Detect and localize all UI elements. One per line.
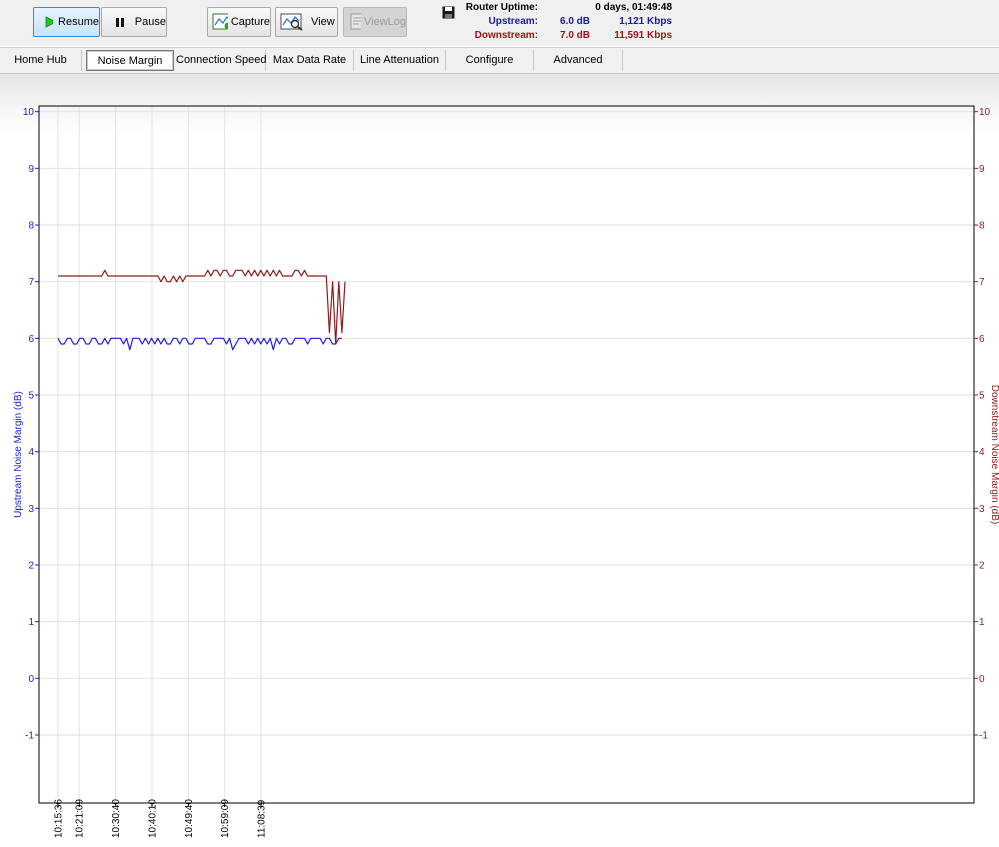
time-tick-label: 11:08:39	[257, 799, 268, 838]
left-tick-label: 5	[28, 391, 34, 402]
left-tick-label: 7	[28, 277, 34, 288]
right-tick-label: 9	[979, 164, 985, 175]
viewlog-button[interactable]: ViewLog	[343, 7, 407, 37]
pause-button[interactable]: Pause	[101, 7, 167, 37]
left-tick-label: 8	[28, 221, 34, 232]
tab-home-hub[interactable]: Home Hub	[0, 50, 82, 71]
tab-line-attenuation[interactable]: Line Attenuation	[354, 50, 446, 71]
noise-margin-chart: 109876543210-1 109876543210-1 10:15:36 10…	[13, 105, 999, 838]
tab-advanced[interactable]: Advanced	[534, 50, 623, 71]
right-tick-label: 10	[979, 107, 991, 118]
time-axis: 10:15:36 10:21:09 10:30:40 10:40:10 10:49:40…	[54, 799, 268, 838]
left-tick-label: 0	[28, 674, 34, 685]
right-tick-label: 7	[979, 277, 985, 288]
time-tick-label: 10:49:40	[184, 799, 195, 838]
viewlog-label: ViewLog	[364, 16, 406, 28]
right-tick-label: 6	[979, 334, 985, 345]
log-document-icon	[350, 13, 361, 30]
left-tick-label: 2	[28, 561, 34, 572]
right-tick-label: -1	[979, 731, 988, 742]
toolbar: Resume Pause Capture View ViewLog Router…	[0, 0, 999, 46]
series-group	[57, 269, 346, 351]
left-tick-label: 10	[23, 107, 35, 118]
chart-grid	[39, 106, 974, 803]
capture-button[interactable]: Capture	[207, 7, 271, 37]
right-tick-label: 3	[979, 504, 985, 515]
capture-label: Capture	[230, 16, 270, 28]
time-tick-label: 10:15:36	[54, 799, 65, 838]
tab-connection-speed[interactable]: Connection Speed	[176, 50, 267, 71]
right-tick-label: 2	[979, 561, 985, 572]
right-tick-label: 5	[979, 391, 985, 402]
resume-button[interactable]: Resume	[33, 7, 100, 37]
left-tick-label: -1	[25, 731, 34, 742]
right-axis-label: Downstream Noise Margin (dB)	[989, 385, 999, 525]
view-graph-icon	[280, 13, 303, 31]
tab-noise-margin[interactable]: Noise Margin	[86, 50, 174, 71]
upstream-series-line	[57, 337, 342, 351]
tab-max-data-rate[interactable]: Max Data Rate	[266, 50, 354, 71]
play-icon	[45, 16, 54, 28]
left-tick-label: 9	[28, 164, 34, 175]
chart-area: 10 9 8 7 6 5 4 3 2 1 0 -1 10 9 8 7 6 5 4 3 2 1 0 -1 10:15:36 10…	[0, 74, 999, 847]
right-tick-label: 4	[979, 447, 985, 458]
tab-bar: Home Hub Noise Margin Connection Speed M…	[0, 47, 999, 74]
left-axis: 109876543210-1	[23, 107, 39, 742]
left-tick-label: 1	[28, 617, 34, 628]
right-axis: 109876543210-1	[974, 107, 991, 742]
left-axis-label: Upstream Noise Margin (dB)	[13, 391, 24, 518]
router-stats-panel: Router Uptime: 0 days, 01:49:48 Upstream…	[440, 1, 680, 45]
uptime-label: Router Uptime:	[465, 2, 538, 13]
right-tick-label: 0	[979, 674, 985, 685]
left-tick-label: 4	[28, 447, 34, 458]
upstream-db: 6.0 dB	[559, 16, 590, 27]
left-tick-label: 3	[28, 504, 34, 515]
time-tick-label: 10:30:40	[111, 799, 122, 838]
time-tick-label: 10:21:09	[75, 799, 86, 838]
pause-icon	[116, 18, 124, 27]
upstream-rate: 1,121 Kbps	[619, 16, 672, 27]
right-tick-label: 8	[979, 221, 985, 232]
downstream-db: 7.0 dB	[559, 30, 590, 41]
upstream-label: Upstream:	[488, 16, 538, 27]
tab-configure[interactable]: Configure	[446, 50, 534, 71]
uptime-value: 0 days, 01:49:48	[595, 2, 672, 13]
downstream-label: Downstream:	[474, 30, 538, 41]
left-tick-label: 6	[28, 334, 34, 345]
time-tick-label: 10:40:10	[148, 799, 159, 838]
pause-label: Pause	[134, 16, 166, 28]
view-button[interactable]: View	[275, 7, 338, 37]
plot-frame	[38, 105, 975, 804]
view-label: View	[311, 16, 335, 28]
time-tick-label: 10:59:09	[220, 799, 231, 838]
right-tick-label: 1	[979, 617, 985, 628]
downstream-rate: 11,591 Kbps	[614, 30, 672, 41]
capture-graph-icon	[212, 13, 228, 30]
resume-label: Resume	[58, 16, 99, 28]
